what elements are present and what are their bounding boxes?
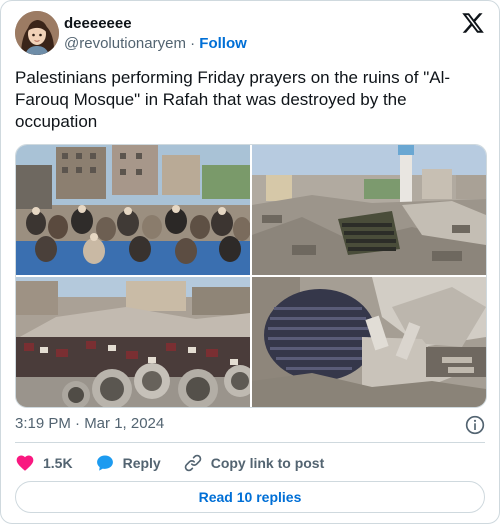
copy-link-button[interactable]: Copy link to post <box>183 453 325 473</box>
info-icon[interactable] <box>465 415 485 435</box>
action-bar: 1.5K Reply Copy link to post <box>15 451 346 475</box>
post-timestamp[interactable]: 3:19 PM · Mar 1, 2024 <box>15 414 164 434</box>
like-button[interactable]: 1.5K <box>15 453 73 473</box>
handle-row: @revolutionaryem · Follow <box>64 34 247 53</box>
read-replies-button[interactable]: Read 10 replies <box>15 481 485 513</box>
author-info: deeeeeee @revolutionaryem · Follow <box>64 14 247 53</box>
heart-icon <box>16 455 34 471</box>
post-text: Palestinians performing Friday prayers o… <box>15 68 451 131</box>
photo-aerial-prayer-in-ruins[interactable] <box>252 277 486 407</box>
reply-button[interactable]: Reply <box>95 453 161 473</box>
photo-rubble-with-minaret[interactable] <box>252 145 486 275</box>
divider <box>15 442 485 443</box>
copy-link-label: Copy link to post <box>210 455 325 471</box>
photo-worshippers-near-buildings[interactable] <box>16 145 250 275</box>
speech-bubble-icon <box>96 455 113 471</box>
reply-label: Reply <box>122 455 161 471</box>
follow-link[interactable]: Follow <box>199 35 247 52</box>
avatar[interactable] <box>15 11 59 55</box>
like-count: 1.5K <box>43 455 73 471</box>
photo-1-image <box>16 145 250 275</box>
media-grid <box>15 144 487 408</box>
avatar-illustration-icon <box>15 11 59 55</box>
link-icon <box>184 454 201 472</box>
display-name[interactable]: deeeeeee <box>64 14 247 33</box>
photo-3-image <box>16 277 250 407</box>
user-handle[interactable]: @revolutionaryem <box>64 35 186 52</box>
photo-2-image <box>252 145 486 275</box>
photo-4-image <box>252 277 486 407</box>
handle-separator: · <box>190 35 196 52</box>
photo-crowd-with-concrete-pipes[interactable] <box>16 277 250 407</box>
post-header: deeeeeee @revolutionaryem · Follow <box>15 11 485 55</box>
x-logo-icon[interactable] <box>461 11 485 35</box>
embedded-post-card: deeeeeee @revolutionaryem · Follow Pales… <box>0 0 500 524</box>
